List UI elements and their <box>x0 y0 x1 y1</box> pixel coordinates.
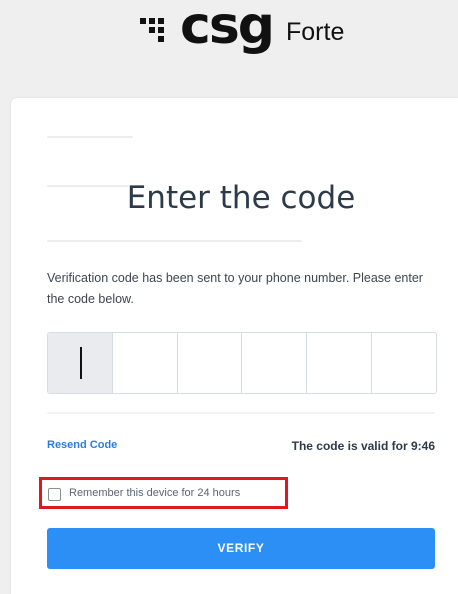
text-caret <box>80 347 82 379</box>
faint-line <box>47 136 133 138</box>
code-input-group <box>47 332 437 394</box>
code-digit-4-input[interactable] <box>242 333 308 393</box>
remember-device-label[interactable]: Remember this device for 24 hours <box>69 487 240 499</box>
code-digit-6-input[interactable] <box>372 333 436 393</box>
logo-text: csg <box>180 0 275 56</box>
page-title: Enter the code <box>126 180 356 216</box>
code-digit-1-input[interactable] <box>48 333 113 393</box>
code-digit-3-input[interactable] <box>178 333 243 393</box>
code-validity-text: The code is valid for 9:46 <box>291 439 435 453</box>
remember-device-checkbox[interactable] <box>48 488 61 501</box>
instructions-text: Verification code has been sent to your … <box>47 271 423 306</box>
logo-sub: Forte <box>286 18 345 46</box>
code-digit-2-input[interactable] <box>113 333 178 393</box>
resend-code-link[interactable]: Resend Code <box>47 439 117 451</box>
verify-button[interactable]: VERIFY <box>47 528 435 569</box>
logo-mark-icon <box>140 18 174 50</box>
code-digit-5-input[interactable] <box>307 333 373 393</box>
header: csg Forte <box>0 0 458 98</box>
faint-line <box>47 412 435 414</box>
faint-line <box>47 240 302 242</box>
